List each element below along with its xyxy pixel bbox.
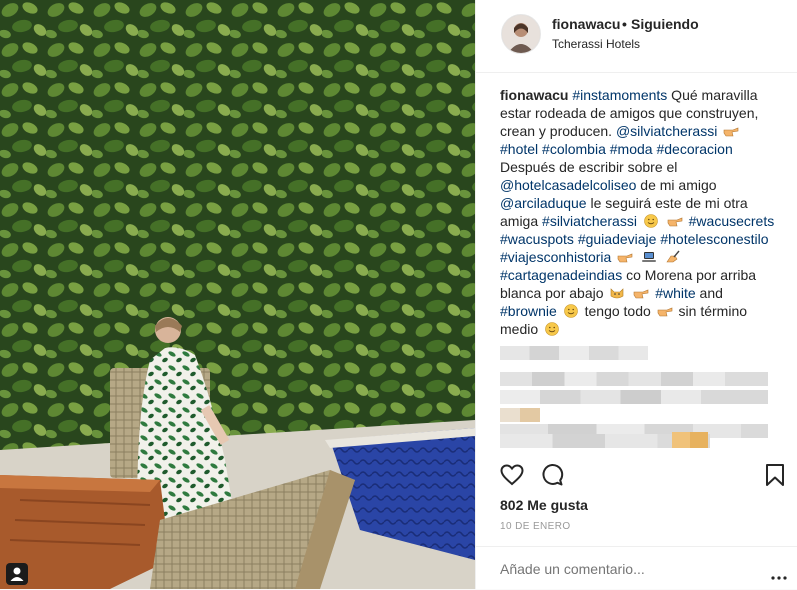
blurred-comment-line (500, 346, 648, 360)
location-link[interactable]: Tcherassi Hotels (552, 37, 640, 51)
mention-link[interactable]: @arciladuque (500, 195, 587, 211)
blurred-comment-line (500, 408, 540, 422)
caption-text: and (695, 285, 723, 301)
pointing-hand-emoji (633, 286, 649, 300)
pointing-hand-emoji (617, 250, 633, 264)
blurred-comment-line (672, 432, 708, 448)
writing-hand-emoji (665, 250, 681, 264)
post-caption: fionawacu #instamoments Qué maravilla es… (500, 86, 782, 338)
mention-link[interactable]: @silviatcherassi (616, 123, 717, 139)
caption-text: tengo todo (580, 303, 655, 319)
smile-emoji (563, 304, 579, 318)
hashtag-link[interactable]: #white (655, 285, 695, 301)
avatar[interactable] (501, 14, 541, 54)
pointing-hand-emoji (723, 124, 739, 138)
post-header: fionawacu • Siguiendo Tcherassi Hotels (476, 0, 797, 73)
smile-emoji (643, 214, 659, 228)
separator-dot: • (622, 16, 627, 32)
hashtag-link[interactable]: #colombia (542, 141, 606, 157)
likes-count[interactable]: 802 Me gusta (500, 497, 588, 513)
hashtag-link[interactable]: #wacusecrets (689, 213, 775, 229)
comment-input[interactable] (500, 561, 740, 577)
caption-author[interactable]: fionawacu (500, 87, 568, 103)
caption-text: de mi amigo (636, 177, 717, 193)
caption-text: Después de escribir sobre el (500, 159, 678, 175)
hashtag-link[interactable]: #guiadeviaje (578, 231, 657, 247)
hashtag-link[interactable]: #instamoments (572, 87, 667, 103)
user-tag-icon[interactable] (6, 563, 28, 585)
comment-bar (476, 546, 797, 590)
hashtag-link[interactable]: #hotelesconestilo (660, 231, 768, 247)
hashtag-link[interactable]: #wacuspots (500, 231, 574, 247)
cat-emoji (609, 286, 625, 300)
photo-image (0, 0, 475, 589)
heart-icon[interactable] (500, 464, 524, 491)
comment-bubble-icon[interactable] (540, 463, 564, 492)
pointing-hand-emoji (657, 304, 673, 318)
pointing-hand-emoji (667, 214, 683, 228)
hashtag-link[interactable]: #silviatcherassi (542, 213, 637, 229)
post-photo[interactable] (0, 0, 475, 589)
hashtag-link[interactable]: #decoracion (656, 141, 732, 157)
more-options-icon[interactable] (771, 567, 787, 585)
blurred-comment-line (500, 390, 768, 404)
hashtag-link[interactable]: #viajesconhistoria (500, 249, 611, 265)
post-details-panel: fionawacu • Siguiendo Tcherassi Hotels f… (475, 0, 797, 589)
bookmark-icon[interactable] (765, 463, 785, 492)
smile-emoji (544, 322, 560, 336)
hashtag-link[interactable]: #cartagenadeindias (500, 267, 622, 283)
username-link[interactable]: fionawacu (552, 16, 620, 32)
post-date[interactable]: 10 DE ENERO (500, 521, 571, 532)
follow-status-button[interactable]: Siguiendo (631, 16, 699, 32)
hashtag-link[interactable]: #brownie (500, 303, 557, 319)
mention-link[interactable]: @hotelcasadelcoliseo (500, 177, 636, 193)
hashtag-link[interactable]: #moda (610, 141, 653, 157)
laptop-emoji (641, 250, 657, 264)
hashtag-link[interactable]: #hotel (500, 141, 538, 157)
blurred-comment-line (500, 372, 768, 386)
